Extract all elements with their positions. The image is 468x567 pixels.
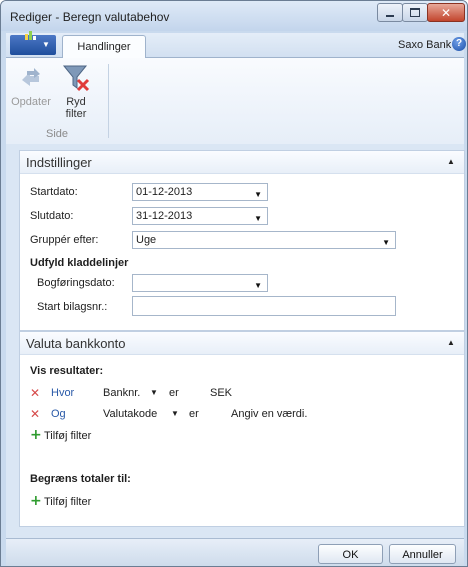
dropdown-arrow-icon[interactable]: ▼ — [254, 278, 262, 294]
filter-field[interactable]: Valutakode — [103, 408, 157, 420]
tab-bar: ▼ Handlinger Saxo Bank ? — [6, 31, 466, 58]
collapse-icon[interactable]: ▲ — [446, 157, 456, 167]
dropdown-arrow-icon[interactable]: ▼ — [382, 235, 390, 251]
settings-title: Indstillinger — [26, 155, 92, 170]
start-date-field[interactable]: 01-12-2013 ▼ — [132, 183, 268, 201]
maximize-button[interactable] — [402, 3, 428, 22]
minimize-icon — [386, 14, 394, 17]
refresh-icon — [15, 62, 47, 94]
minimize-button[interactable] — [377, 3, 403, 22]
doc-no-input[interactable] — [132, 296, 396, 316]
add-filter-link[interactable]: Tilføj filter — [44, 430, 91, 442]
end-date-field[interactable]: 31-12-2013 ▼ — [132, 207, 268, 225]
filter-conj[interactable]: Hvor — [51, 387, 74, 399]
dropdown-arrow-icon[interactable]: ▼ — [150, 388, 158, 397]
clear-filter-label-1: Ryd — [66, 96, 86, 108]
end-date-label: Slutdato: — [30, 210, 74, 222]
bank-header[interactable]: Valuta bankkonto ▲ — [20, 332, 464, 355]
cancel-button[interactable]: Annuller — [389, 544, 456, 564]
settings-panel: Indstillinger ▲ Startdato: 01-12-2013 ▼ … — [19, 150, 465, 331]
group-separator — [108, 64, 109, 138]
clear-filter-label-2: filter — [65, 108, 87, 120]
bank-panel: Valuta bankkonto ▲ Vis resultater: ✕ Hvo… — [19, 331, 465, 527]
chevron-down-icon: ▼ — [42, 40, 50, 49]
content-area: Indstillinger ▲ Startdato: 01-12-2013 ▼ … — [6, 144, 465, 538]
end-date-value: 31-12-2013 — [136, 210, 193, 222]
close-icon: ✕ — [440, 5, 452, 20]
close-button[interactable]: ✕ — [427, 3, 465, 22]
window-title: Rediger - Beregn valutabehov — [10, 10, 170, 24]
ok-button[interactable]: OK — [318, 544, 383, 564]
dropdown-arrow-icon[interactable]: ▼ — [171, 409, 179, 418]
dropdown-arrow-icon[interactable]: ▼ — [254, 187, 262, 203]
title-bar: Rediger - Beregn valutabehov ✕ — [1, 1, 467, 31]
dialog-footer: OK Annuller — [6, 538, 464, 566]
remove-filter-icon[interactable]: ✕ — [30, 408, 42, 420]
ribbon: Opdater Ryd filter Side — [6, 58, 464, 144]
start-date-value: 01-12-2013 — [136, 186, 193, 198]
collapse-icon[interactable]: ▲ — [446, 338, 456, 348]
limit-totals-label: Begræns totaler til: — [30, 473, 131, 485]
bank-title: Valuta bankkonto — [26, 336, 126, 351]
results-label: Vis resultater: — [30, 365, 104, 377]
app-menu-button[interactable]: ▼ — [10, 31, 56, 55]
settings-header[interactable]: Indstillinger ▲ — [20, 151, 464, 174]
add-filter-icon[interactable]: + — [30, 494, 42, 508]
remove-filter-icon[interactable]: ✕ — [30, 387, 42, 399]
posting-date-label: Bogføringsdato: — [37, 277, 115, 289]
tab-handlinger[interactable]: Handlinger — [62, 35, 146, 58]
filter-conj[interactable]: Og — [51, 408, 66, 420]
group-by-value: Uge — [136, 234, 157, 246]
filter-value[interactable]: Angiv en værdi. — [231, 408, 307, 420]
ribbon-group-label: Side — [46, 128, 69, 140]
maximize-icon — [410, 8, 420, 17]
clear-filter-icon — [60, 62, 92, 94]
dialog-window: Rediger - Beregn valutabehov ✕ ▼ Handlin… — [0, 0, 468, 567]
doc-no-label: Start bilagsnr.: — [37, 301, 108, 313]
dropdown-arrow-icon[interactable]: ▼ — [254, 211, 262, 227]
posting-date-field[interactable]: ▼ — [132, 274, 268, 292]
help-icon[interactable]: ? — [452, 37, 466, 51]
filter-op: er — [169, 387, 179, 399]
filter-field[interactable]: Banknr. — [103, 387, 140, 399]
add-filter-link[interactable]: Tilføj filter — [44, 496, 91, 508]
group-by-label: Gruppér efter: — [30, 234, 99, 246]
section-heading: Udfyld kladdelinjer — [30, 257, 129, 269]
group-by-select[interactable]: Uge ▼ — [132, 231, 396, 249]
filter-value[interactable]: SEK — [210, 387, 232, 399]
filter-op: er — [189, 408, 199, 420]
refresh-button[interactable]: Opdater — [10, 62, 52, 108]
add-filter-icon[interactable]: + — [30, 428, 42, 442]
start-date-label: Startdato: — [30, 186, 78, 198]
company-name: Saxo Bank — [398, 39, 452, 51]
refresh-label: Opdater — [11, 96, 51, 108]
clear-filter-button[interactable]: Ryd filter — [56, 62, 96, 120]
